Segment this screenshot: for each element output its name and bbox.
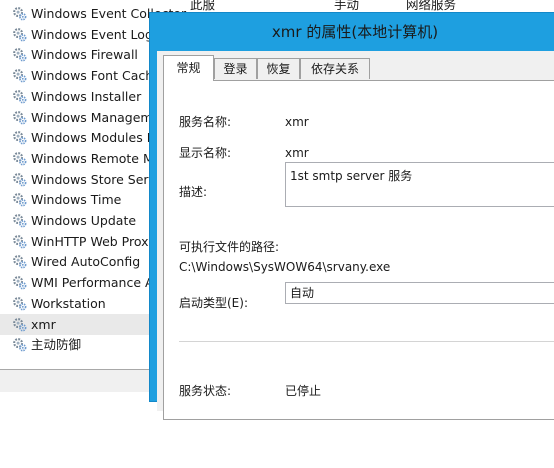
dialog-title: xmr 的属性(本地计算机): [271, 23, 439, 41]
service-name: Windows Event Log: [31, 26, 153, 42]
executable-path-label: 可执行文件的路径:: [179, 240, 280, 254]
service-name: Windows Font Cache: [31, 68, 161, 84]
service-name-label: 服务名称:: [179, 115, 232, 129]
tab-recovery[interactable]: 恢复: [257, 58, 300, 79]
startup-type-label: 启动类型(E):: [179, 296, 248, 310]
executable-path-value: C:\Windows\SysWOW64\srvany.exe: [179, 260, 391, 274]
service-name: Windows Store Servi: [31, 171, 160, 187]
gear-icon: [13, 214, 27, 228]
service-name: Windows Time: [31, 192, 122, 208]
display-name-label: 显示名称:: [179, 146, 232, 160]
service-name: Workstation: [31, 295, 106, 311]
gear-icon: [13, 338, 27, 352]
service-name: Windows Manageme: [31, 109, 161, 125]
gear-icon: [13, 7, 27, 21]
service-name: xmr: [31, 316, 56, 332]
gear-icon: [13, 193, 27, 207]
service-status-value: 已停止: [285, 384, 322, 398]
gear-icon: [13, 296, 27, 311]
tab-dependencies[interactable]: 依存关系: [300, 58, 370, 79]
gear-icon: [13, 69, 27, 83]
properties-dialog: xmr 的属性(本地计算机) 常规 登录 恢复 依存关系 服务名称: xmr 显…: [149, 12, 554, 420]
gear-icon: [13, 152, 27, 166]
separator: [179, 341, 554, 342]
service-name: WMI Performance Ac: [31, 275, 161, 291]
startup-type-select[interactable]: 自动: [285, 282, 554, 304]
gear-icon: [13, 48, 27, 62]
gear-icon: [13, 89, 27, 104]
service-status-label: 服务状态:: [179, 384, 232, 398]
service-name: Windows Modules In: [31, 130, 159, 146]
service-name: Windows Remote Ma: [31, 150, 162, 166]
service-name-value: xmr: [285, 115, 309, 129]
gear-icon: [13, 255, 27, 269]
description-field[interactable]: 1st smtp server 服务: [285, 162, 554, 207]
service-name: 主动防御: [31, 337, 82, 353]
gear-icon: [13, 27, 27, 42]
gear-icon: [13, 110, 27, 124]
gear-icon: [13, 172, 27, 187]
service-name: Windows Update: [31, 213, 137, 228]
service-name: Windows Installer: [31, 88, 142, 104]
service-name: WinHTTP Web Proxy: [31, 233, 156, 249]
gear-icon: [13, 317, 27, 331]
service-name: Windows Firewall: [31, 47, 138, 63]
gear-icon: [13, 234, 27, 249]
gear-icon: [13, 131, 27, 145]
service-name: Wired AutoConfig: [31, 254, 141, 270]
dialog-body: 常规 登录 恢复 依存关系 服务名称: xmr 显示名称: xmr 描述: 1s…: [157, 51, 554, 420]
gear-icon: [13, 276, 27, 290]
description-label: 描述:: [179, 185, 208, 199]
tab-logon[interactable]: 登录: [214, 58, 257, 79]
tab-general[interactable]: 常规: [163, 55, 214, 81]
display-name-value: xmr: [285, 146, 309, 160]
